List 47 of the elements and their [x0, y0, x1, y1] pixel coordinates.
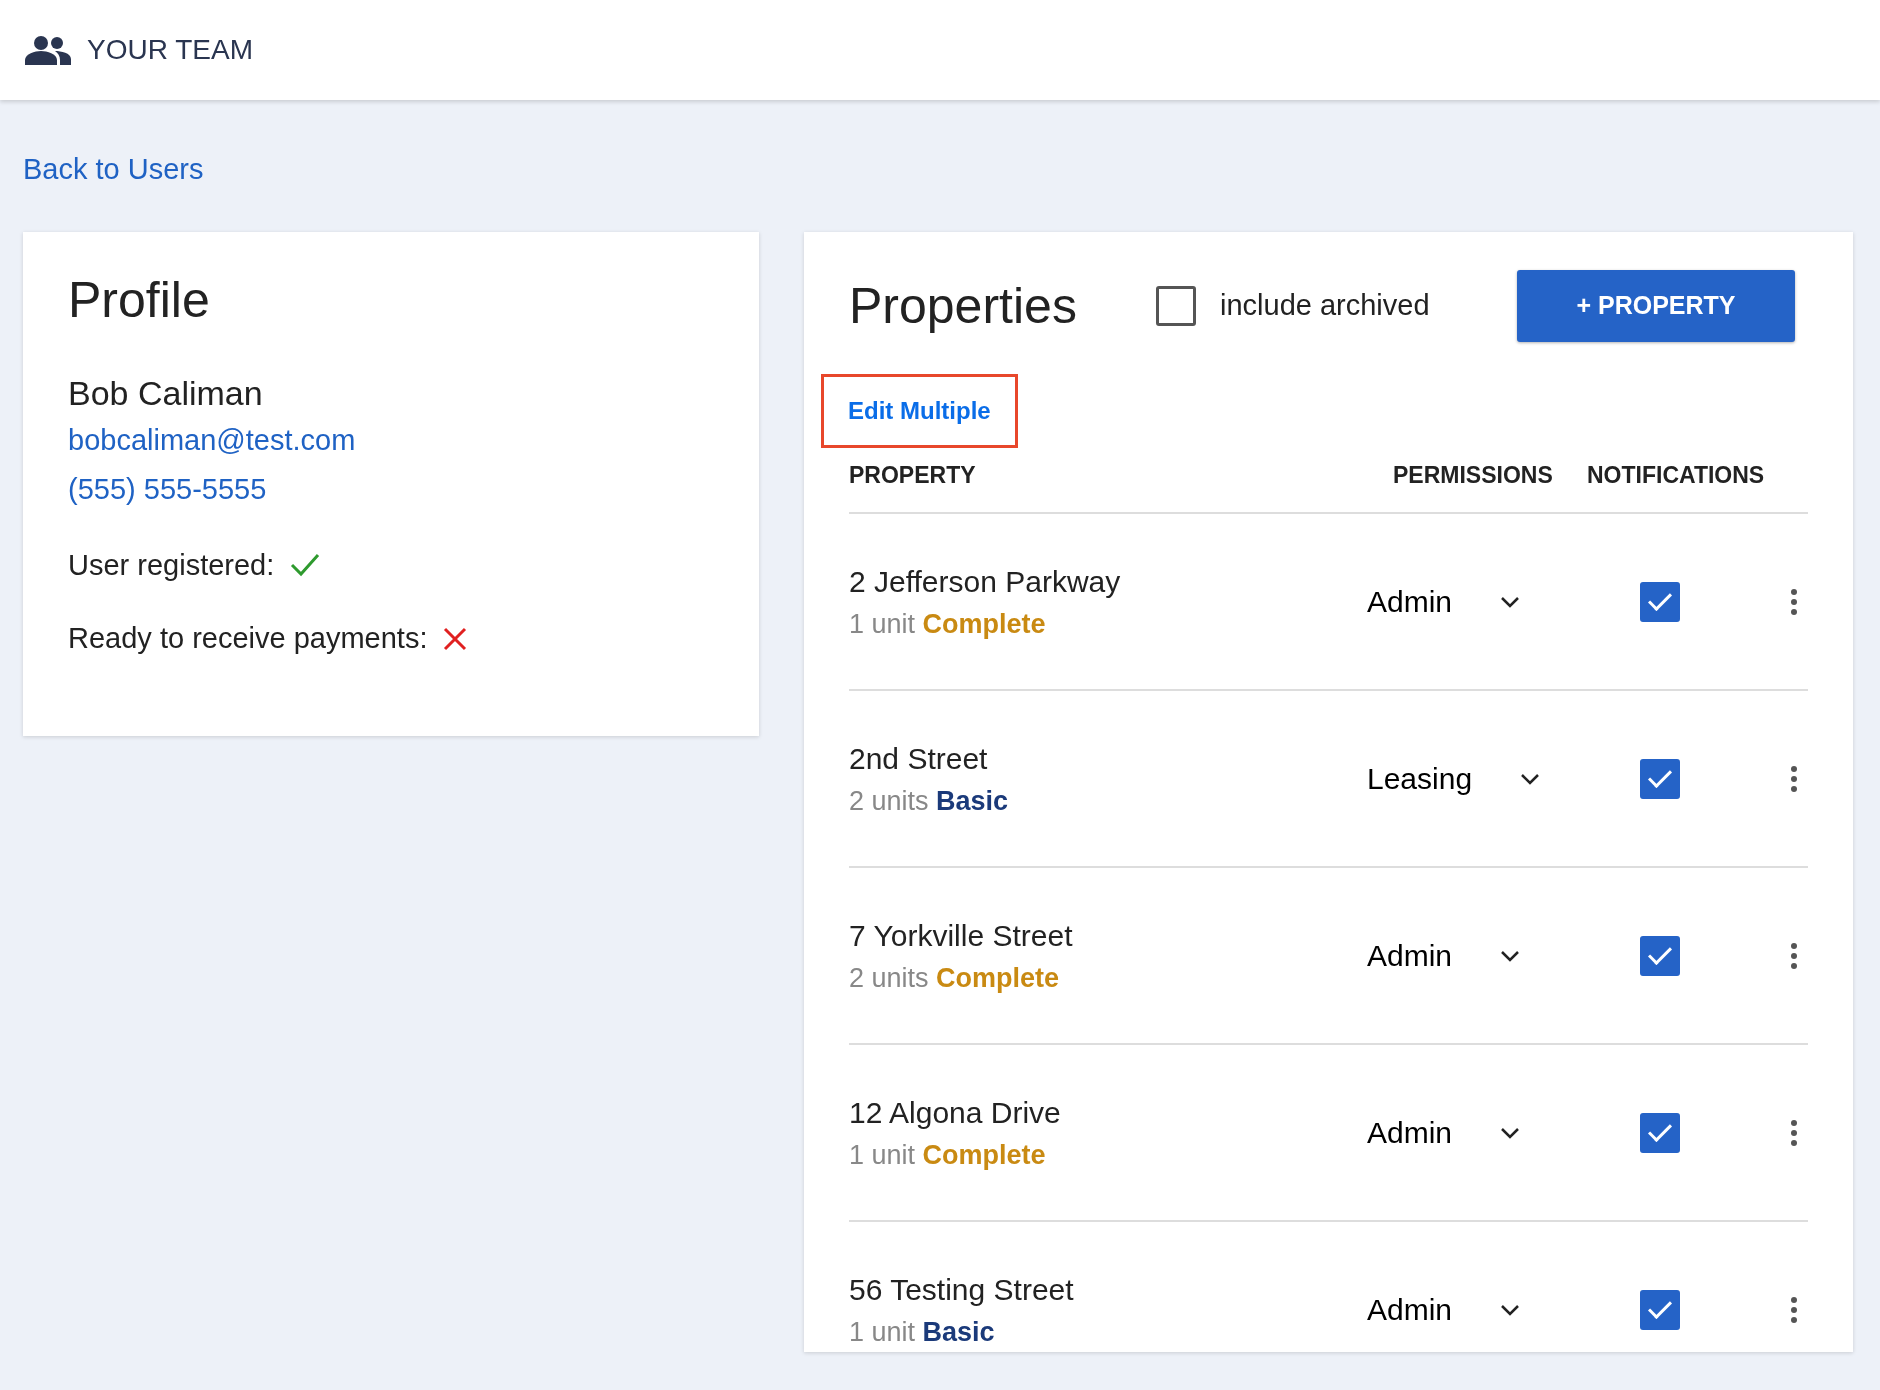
column-header: PROPERTY — [849, 461, 976, 488]
more-options-icon[interactable] — [1790, 1295, 1798, 1324]
notification-checkbox[interactable] — [1639, 935, 1680, 976]
permission-dropdown[interactable]: Leasing — [1367, 756, 1541, 801]
permission-dropdown[interactable]: Admin — [1367, 1287, 1521, 1332]
property-name: 2nd Street — [849, 740, 989, 777]
property-units: 2 units Complete — [849, 961, 1061, 995]
column-header: PERMISSIONS — [1392, 461, 1553, 488]
chevron-down-icon — [1500, 1303, 1521, 1316]
property-name: 2 Jefferson Parkway — [849, 563, 1122, 600]
property-units: 1 unit Complete — [849, 1138, 1047, 1172]
more-options-icon[interactable] — [1790, 587, 1798, 616]
notification-checkbox[interactable] — [1639, 581, 1680, 622]
email-link[interactable]: bobcaliman@test.com — [68, 418, 356, 462]
column-header: NOTIFICATIONS — [1586, 461, 1765, 488]
more-options-icon[interactable] — [1790, 941, 1798, 970]
chevron-down-icon — [1520, 772, 1541, 785]
properties-title: Properties — [849, 276, 1078, 336]
chevron-down-icon — [1500, 949, 1521, 962]
notification-checkbox[interactable] — [1639, 1112, 1680, 1153]
status-label: Ready to receive payments: — [68, 621, 428, 656]
permission-dropdown[interactable]: Admin — [1367, 579, 1521, 624]
status-label: User registered: — [68, 547, 275, 583]
property-name: 12 Algona Drive — [849, 1094, 1062, 1131]
people-icon — [25, 35, 71, 65]
user-name: Bob Caliman — [68, 372, 264, 414]
checkbox[interactable] — [1156, 285, 1196, 326]
permission-dropdown[interactable]: Admin — [1367, 1110, 1521, 1155]
more-options-icon[interactable] — [1790, 1118, 1798, 1147]
notification-checkbox[interactable] — [1639, 758, 1680, 799]
permission-dropdown[interactable]: Admin — [1367, 933, 1521, 978]
back-link[interactable]: Back to Users — [23, 148, 204, 192]
edit-multiple-button[interactable]: Edit Multiple — [821, 373, 1018, 448]
property-units: 2 units Basic — [849, 784, 1010, 818]
page-title: YOUR TEAM — [87, 33, 253, 67]
profile-title: Profile — [68, 270, 211, 330]
add-property-button[interactable]: + PROPERTY — [1517, 269, 1795, 342]
more-options-icon[interactable] — [1790, 764, 1798, 793]
property-name: 7 Yorkville Street — [849, 917, 1074, 954]
chevron-down-icon — [1500, 595, 1521, 608]
property-name: 56 Testing Street — [849, 1271, 1075, 1308]
property-units: 1 unit Complete — [849, 607, 1047, 641]
phone-link[interactable]: (555) 555-5555 — [68, 468, 267, 512]
notification-checkbox[interactable] — [1639, 1289, 1680, 1330]
property-units: 1 unit Basic — [849, 1315, 996, 1349]
checkbox-label: include archived — [1220, 287, 1430, 323]
chevron-down-icon — [1500, 1126, 1521, 1139]
